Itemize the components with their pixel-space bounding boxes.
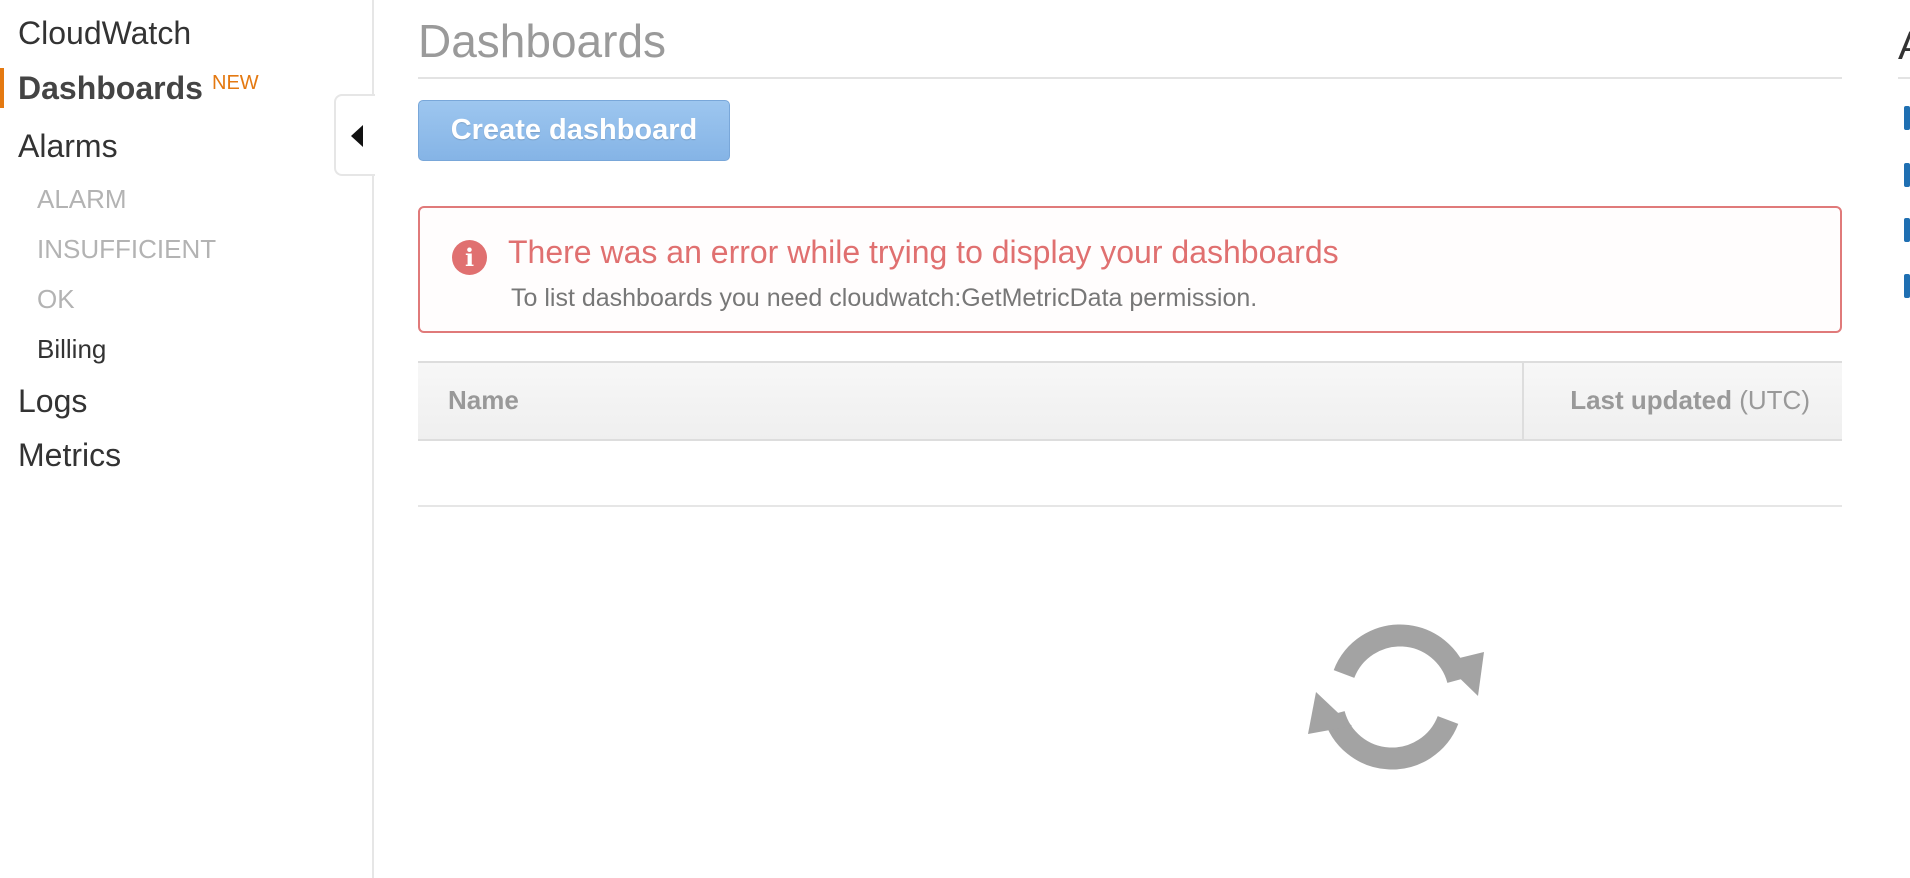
active-indicator [0,68,4,108]
page-title: Dashboards [418,15,667,67]
chevron-left-icon [351,125,363,147]
sidebar-item-alarm-state: ALARM [37,184,127,214]
create-dashboard-button[interactable]: Create dashboard [418,100,730,161]
error-title: There was an error while trying to displ… [508,234,1339,270]
title-divider [418,77,1842,79]
column-header-timezone: (UTC) [1739,385,1810,415]
new-badge: NEW [212,72,259,94]
sidebar-item-alarms[interactable]: Alarms [18,128,118,165]
right-panel-link[interactable] [1904,106,1910,130]
column-header-last-updated-label: Last updated [1570,385,1732,415]
sidebar-item-logs[interactable]: Logs [18,383,87,420]
column-header-last-updated[interactable]: Last updated (UTC) [1570,385,1810,416]
table-header: Name Last updated (UTC) [418,361,1842,441]
sidebar-item-metrics[interactable]: Metrics [18,437,121,474]
sidebar-item-cloudwatch[interactable]: CloudWatch [18,15,191,52]
error-alert: i There was an error while trying to dis… [418,206,1842,333]
right-panel-link[interactable] [1904,274,1910,298]
info-icon: i [452,240,487,275]
sidebar-item-insufficient-state: INSUFFICIENT [37,234,217,264]
table-empty-row [418,441,1842,507]
dashboards-table: Name Last updated (UTC) [418,361,1842,507]
column-divider [1522,363,1524,439]
right-panel-divider [1898,77,1910,79]
column-header-name[interactable]: Name [448,385,519,416]
right-panel-link[interactable] [1904,163,1910,187]
error-message: To list dashboards you need cloudwatch:G… [511,284,1258,312]
refresh-icon [1308,624,1484,770]
sidebar-item-billing[interactable]: Billing [37,334,106,365]
right-panel-link[interactable] [1904,218,1910,242]
sidebar: CloudWatch Dashboards NEW Alarms ALARM I… [0,0,374,878]
collapse-sidebar-button[interactable] [334,94,375,176]
right-panel-heading: A [1898,24,1910,69]
sidebar-item-dashboards[interactable]: Dashboards [18,70,203,107]
sidebar-item-ok-state: OK [37,284,75,314]
